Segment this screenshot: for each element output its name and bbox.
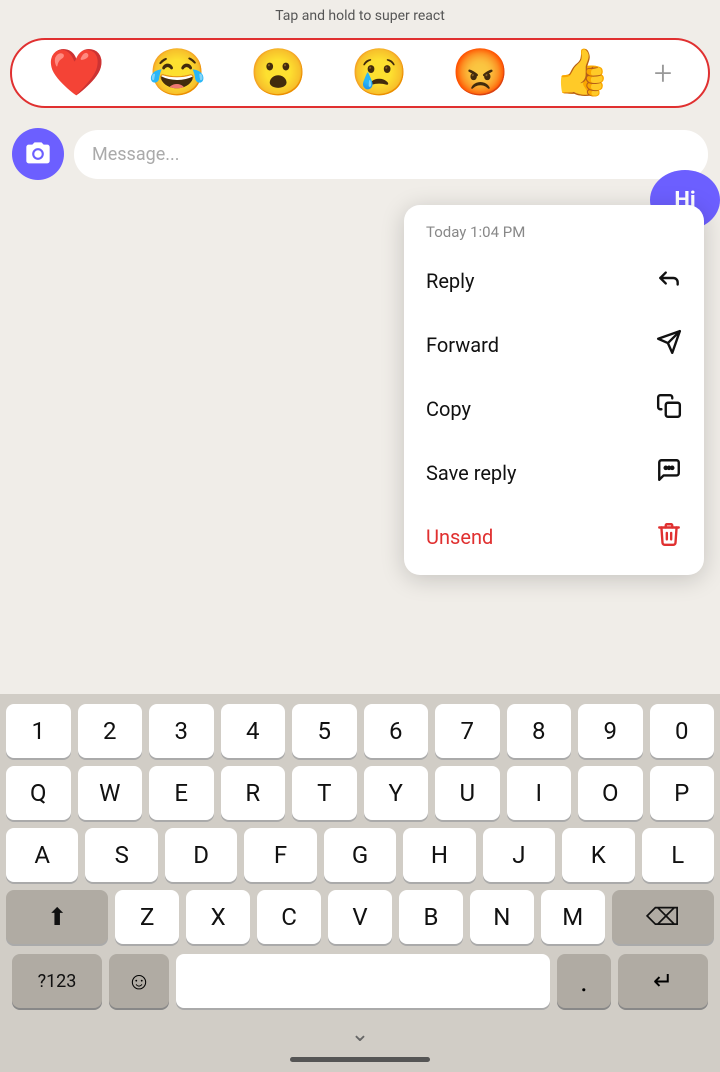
key-r[interactable]: R xyxy=(221,766,286,820)
message-area: Message... xyxy=(0,118,720,190)
keyboard-zxcv-row: ⬆ Z X C V B N M ⌫ xyxy=(6,890,714,944)
key-3[interactable]: 3 xyxy=(149,704,214,758)
home-indicator xyxy=(290,1057,430,1062)
context-save-reply[interactable]: Save reply xyxy=(404,441,704,505)
copy-icon xyxy=(656,393,682,425)
key-w[interactable]: W xyxy=(78,766,143,820)
key-a[interactable]: A xyxy=(6,828,78,882)
emoji-thumbsup[interactable]: 👍 xyxy=(553,50,610,96)
key-k[interactable]: K xyxy=(562,828,634,882)
key-4[interactable]: 4 xyxy=(221,704,286,758)
context-unsend[interactable]: Unsend xyxy=(404,505,704,569)
emoji-wow[interactable]: 😮 xyxy=(250,50,307,96)
unsend-icon xyxy=(656,521,682,553)
emoji-bar-wrapper: ❤️ 😂 😮 😢 😡 👍 + xyxy=(0,30,720,118)
key-5[interactable]: 5 xyxy=(292,704,357,758)
key-o[interactable]: O xyxy=(578,766,643,820)
emoji-cry[interactable]: 😢 xyxy=(351,50,408,96)
key-u[interactable]: U xyxy=(435,766,500,820)
chevron-down-icon: ⌄ xyxy=(351,1022,369,1047)
hint-text: Tap and hold to super react xyxy=(275,8,445,24)
key-s[interactable]: S xyxy=(85,828,157,882)
key-m[interactable]: M xyxy=(541,890,605,944)
key-2[interactable]: 2 xyxy=(78,704,143,758)
key-space[interactable] xyxy=(176,954,550,1008)
context-forward-label: Forward xyxy=(426,333,499,357)
key-7[interactable]: 7 xyxy=(435,704,500,758)
key-p[interactable]: P xyxy=(650,766,715,820)
context-unsend-label: Unsend xyxy=(426,525,493,549)
super-react-hint: Tap and hold to super react xyxy=(0,0,720,30)
key-d[interactable]: D xyxy=(165,828,237,882)
key-h[interactable]: H xyxy=(403,828,475,882)
key-n[interactable]: N xyxy=(470,890,534,944)
emoji-laugh[interactable]: 😂 xyxy=(149,50,206,96)
save-reply-icon xyxy=(656,457,682,489)
keyboard: 1 2 3 4 5 6 7 8 9 0 Q W E R T Y U I O P … xyxy=(0,694,720,1072)
key-z[interactable]: Z xyxy=(115,890,179,944)
key-period[interactable]: . xyxy=(557,954,611,1008)
keyboard-chevron[interactable]: ⌄ xyxy=(6,1016,714,1049)
key-e[interactable]: E xyxy=(149,766,214,820)
key-f[interactable]: F xyxy=(244,828,316,882)
key-y[interactable]: Y xyxy=(364,766,429,820)
message-input[interactable]: Message... xyxy=(74,130,708,179)
key-8[interactable]: 8 xyxy=(507,704,572,758)
key-q[interactable]: Q xyxy=(6,766,71,820)
key-b[interactable]: B xyxy=(399,890,463,944)
emoji-heart[interactable]: ❤️ xyxy=(48,50,105,96)
key-0[interactable]: 0 xyxy=(650,704,715,758)
key-emoji[interactable]: ☺ xyxy=(109,954,169,1008)
emoji-angry[interactable]: 😡 xyxy=(452,50,509,96)
context-copy-label: Copy xyxy=(426,397,471,421)
context-menu: Today 1:04 PM Reply Forward Copy xyxy=(404,205,704,575)
message-placeholder: Message... xyxy=(92,144,180,165)
keyboard-qwerty-row: Q W E R T Y U I O P xyxy=(6,766,714,820)
emoji-more-button[interactable]: + xyxy=(654,54,672,92)
forward-icon xyxy=(656,329,682,361)
key-shift[interactable]: ⬆ xyxy=(6,890,108,944)
key-l[interactable]: L xyxy=(642,828,714,882)
key-i[interactable]: I xyxy=(507,766,572,820)
context-timestamp: Today 1:04 PM xyxy=(404,211,704,249)
key-g[interactable]: G xyxy=(324,828,396,882)
reply-icon xyxy=(656,265,682,297)
context-reply-label: Reply xyxy=(426,269,475,293)
emoji-reaction-bar: ❤️ 😂 😮 😢 😡 👍 + xyxy=(10,38,710,108)
context-reply[interactable]: Reply xyxy=(404,249,704,313)
key-9[interactable]: 9 xyxy=(578,704,643,758)
key-enter[interactable]: ↵ xyxy=(618,954,708,1008)
key-backspace[interactable]: ⌫ xyxy=(612,890,714,944)
context-copy[interactable]: Copy xyxy=(404,377,704,441)
key-numbers-switch[interactable]: ?123 xyxy=(12,954,102,1008)
key-c[interactable]: C xyxy=(257,890,321,944)
context-save-reply-label: Save reply xyxy=(426,461,517,485)
key-6[interactable]: 6 xyxy=(364,704,429,758)
keyboard-asdf-row: A S D F G H J K L xyxy=(6,828,714,882)
home-bar xyxy=(6,1049,714,1066)
key-1[interactable]: 1 xyxy=(6,704,71,758)
key-t[interactable]: T xyxy=(292,766,357,820)
camera-button[interactable] xyxy=(12,128,64,180)
key-j[interactable]: J xyxy=(483,828,555,882)
keyboard-number-row: 1 2 3 4 5 6 7 8 9 0 xyxy=(6,704,714,758)
keyboard-bottom-row: ?123 ☺ . ↵ xyxy=(6,952,714,1016)
key-x[interactable]: X xyxy=(186,890,250,944)
camera-icon xyxy=(24,140,52,168)
key-v[interactable]: V xyxy=(328,890,392,944)
context-forward[interactable]: Forward xyxy=(404,313,704,377)
